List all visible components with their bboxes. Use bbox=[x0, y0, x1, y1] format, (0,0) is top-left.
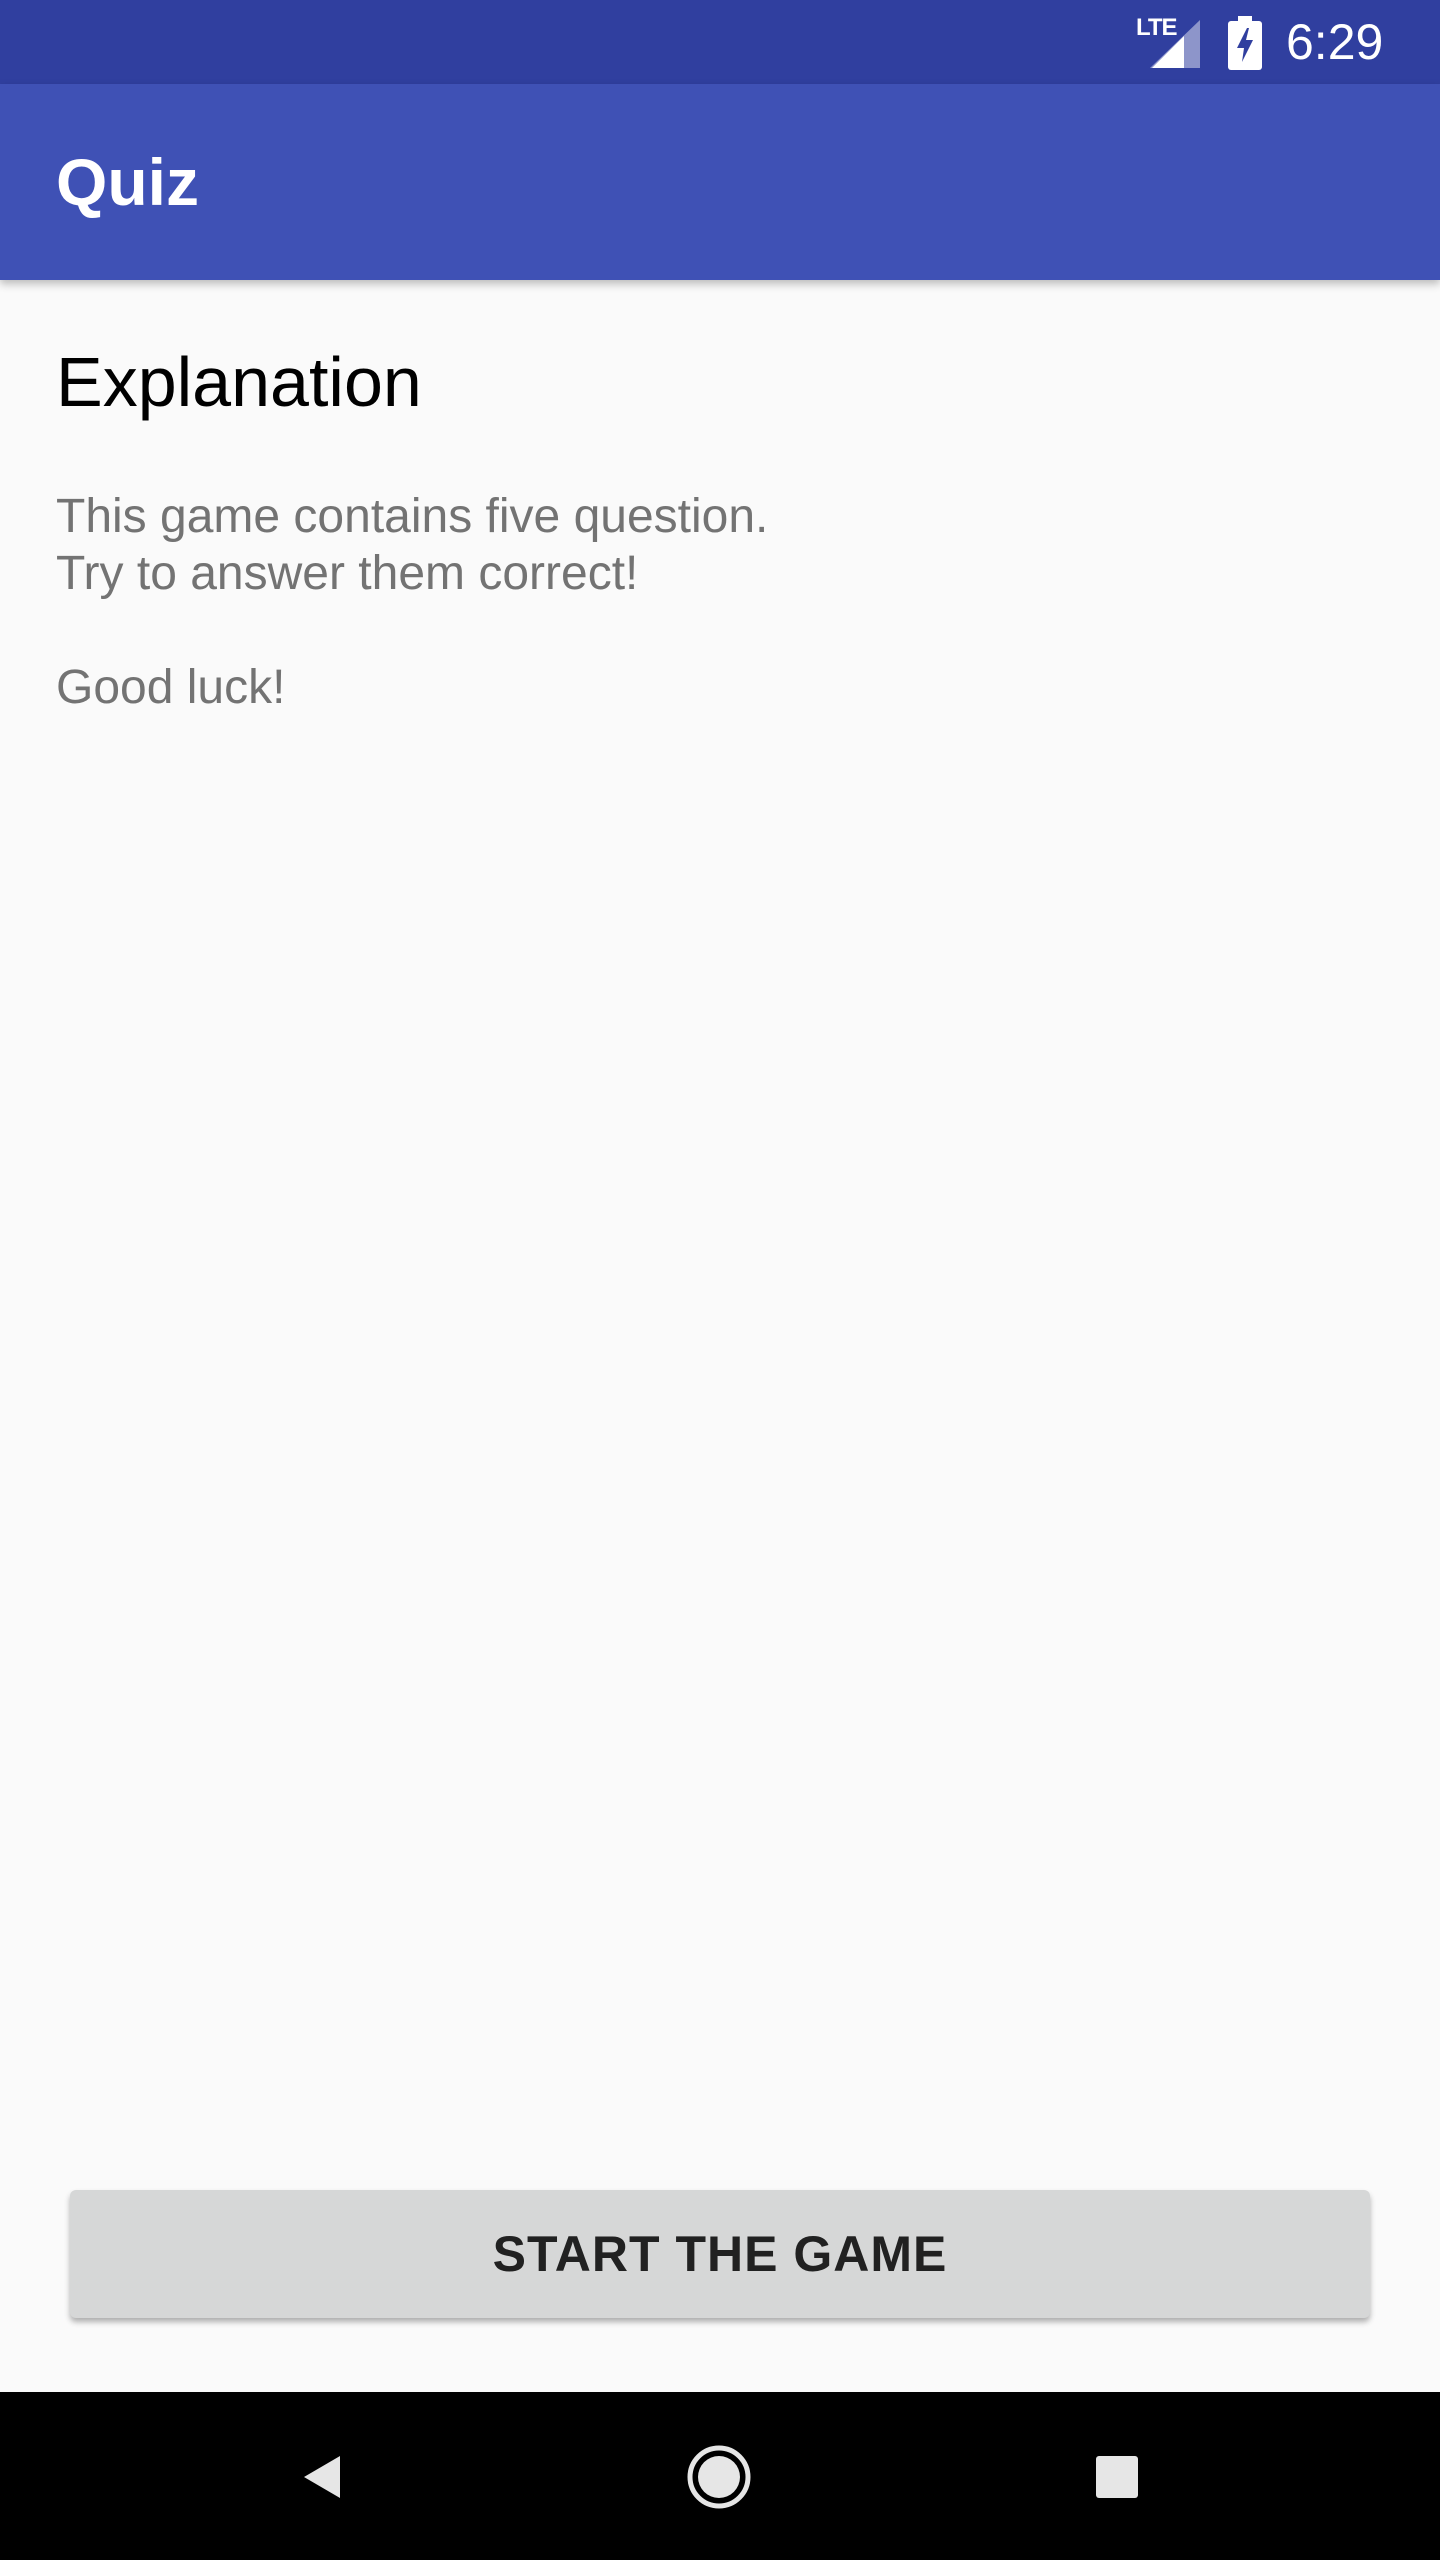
battery-charging-icon bbox=[1228, 16, 1262, 70]
navigation-bar bbox=[0, 2392, 1440, 2560]
explanation-line: This game contains five question. bbox=[56, 490, 769, 543]
app-bar: Quiz bbox=[0, 84, 1440, 280]
back-icon[interactable] bbox=[288, 2442, 358, 2512]
status-bar: LTE 6:29 bbox=[0, 0, 1440, 84]
good-luck-line: Good luck! bbox=[56, 661, 286, 714]
explanation-line: Try to answer them correct! bbox=[56, 547, 639, 600]
explanation-text: This game contains five question. Try to… bbox=[56, 488, 1356, 716]
app-title: Quiz bbox=[56, 145, 199, 219]
page-heading: Explanation bbox=[56, 343, 422, 421]
main-content: Explanation This game contains five ques… bbox=[0, 280, 1440, 2390]
home-icon[interactable] bbox=[684, 2442, 754, 2512]
recents-icon[interactable] bbox=[1082, 2442, 1152, 2512]
signal-icon bbox=[1150, 20, 1200, 68]
status-time: 6:29 bbox=[1286, 14, 1384, 70]
start-game-button[interactable]: START THE GAME bbox=[70, 2190, 1370, 2318]
